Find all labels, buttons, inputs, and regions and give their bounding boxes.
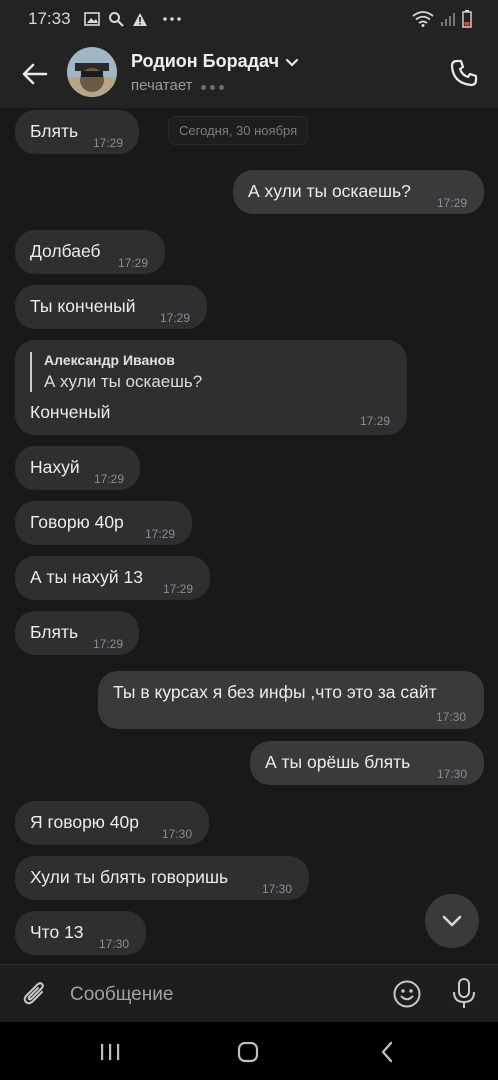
message-text: Блять: [30, 121, 79, 141]
signal-icon: [441, 13, 455, 26]
message-text: Я говорю 40р: [30, 812, 139, 832]
message-text: Что 13: [30, 922, 84, 942]
message-text: А хули ты оскаешь?: [248, 181, 411, 201]
reply-quote[interactable]: Александр Иванов А хули ты оскаешь?: [30, 352, 202, 392]
gallery-icon: [84, 12, 100, 26]
home-icon[interactable]: [234, 1038, 262, 1066]
message-time: 17:30: [262, 882, 293, 896]
contact-name[interactable]: Родион Борадач: [131, 51, 299, 72]
message-time: 17:29: [93, 136, 124, 150]
back-arrow-icon[interactable]: [20, 59, 50, 89]
message-incoming[interactable]: Ты конченый 17:29: [15, 285, 207, 329]
reply-text: А хули ты оскаешь?: [44, 372, 203, 391]
message-text: Говорю 40р: [30, 512, 124, 532]
emoji-icon[interactable]: [392, 979, 422, 1009]
message-incoming[interactable]: Говорю 40р 17:29: [15, 501, 192, 545]
system-nav-bar: [0, 1022, 498, 1080]
message-text: Ты конченый: [30, 296, 136, 316]
message-text: Конченый: [30, 402, 111, 422]
message-time: 17:30: [99, 937, 130, 951]
message-time: 17:29: [163, 582, 194, 596]
message-outgoing[interactable]: А ты орёшь блять 17:30: [250, 741, 484, 785]
message-time: 17:29: [145, 527, 176, 541]
message-time: 17:29: [437, 196, 468, 210]
message-text: А ты орёшь блять: [265, 752, 411, 772]
message-time: 17:29: [360, 414, 391, 428]
message-incoming[interactable]: Блять 17:29: [15, 110, 139, 154]
message-time: 17:29: [118, 256, 149, 270]
message-text: Ты в курсах я без инфы ,что это за сайт: [113, 682, 437, 702]
contact-name-text: Родион Борадач: [131, 51, 280, 71]
message-incoming[interactable]: Нахуй 17:29: [15, 446, 140, 490]
chat-header: Родион Борадач печатает: [0, 38, 498, 108]
reply-author: Александр Иванов: [44, 352, 175, 368]
status-bar: 17:33: [0, 0, 498, 38]
typing-text: печатает: [131, 77, 193, 94]
chevron-down-icon[interactable]: [285, 57, 299, 67]
date-badge: Сегодня, 30 ноября: [168, 116, 309, 145]
message-text: А ты нахуй 13: [30, 567, 143, 587]
message-time: 17:29: [93, 637, 124, 651]
chevron-down-icon: [442, 915, 462, 927]
message-time: 17:29: [160, 311, 191, 325]
message-incoming[interactable]: А ты нахуй 13 17:29: [15, 556, 210, 600]
typing-dots-icon: [200, 77, 228, 94]
message-time: 17:30: [162, 827, 193, 841]
warning-icon: [133, 12, 147, 26]
recent-apps-icon[interactable]: [96, 1038, 124, 1066]
message-input[interactable]: [68, 979, 372, 1011]
avatar[interactable]: [67, 47, 117, 97]
message-time: 17:30: [436, 710, 467, 724]
message-text: Долбаеб: [30, 241, 101, 261]
more-dots-icon: [163, 17, 181, 21]
message-outgoing[interactable]: А хули ты оскаешь? 17:29: [233, 170, 484, 214]
message-time: 17:30: [437, 767, 468, 781]
message-incoming[interactable]: Долбаеб 17:29: [15, 230, 165, 274]
message-text: Нахуй: [30, 457, 80, 477]
message-incoming[interactable]: Блять 17:29: [15, 611, 139, 655]
wifi-icon: [412, 11, 434, 27]
phone-call-icon[interactable]: [448, 57, 480, 89]
paperclip-icon[interactable]: [20, 979, 50, 1009]
message-text: Блять: [30, 622, 79, 642]
search-icon: [109, 12, 124, 27]
message-composer: [0, 964, 498, 1023]
message-incoming[interactable]: Что 13 17:30: [15, 911, 146, 955]
message-list[interactable]: Сегодня, 30 ноября Блять 17:29 А хули ты…: [0, 108, 498, 964]
typing-status: печатает: [131, 77, 228, 94]
microphone-icon[interactable]: [450, 977, 478, 1011]
back-nav-icon[interactable]: [374, 1038, 402, 1066]
message-incoming[interactable]: Хули ты блять говоришь 17:30: [15, 856, 309, 900]
message-text: Хули ты блять говоришь: [30, 867, 229, 887]
message-time: 17:29: [94, 472, 125, 486]
message-incoming-reply[interactable]: Александр Иванов А хули ты оскаешь? Конч…: [15, 340, 407, 435]
message-incoming[interactable]: Я говорю 40р 17:30: [15, 801, 209, 845]
status-time: 17:33: [28, 9, 71, 28]
scroll-to-bottom-button[interactable]: [425, 894, 479, 948]
battery-low-icon: [462, 10, 472, 28]
message-outgoing[interactable]: Ты в курсах я без инфы ,что это за сайт …: [98, 671, 484, 729]
